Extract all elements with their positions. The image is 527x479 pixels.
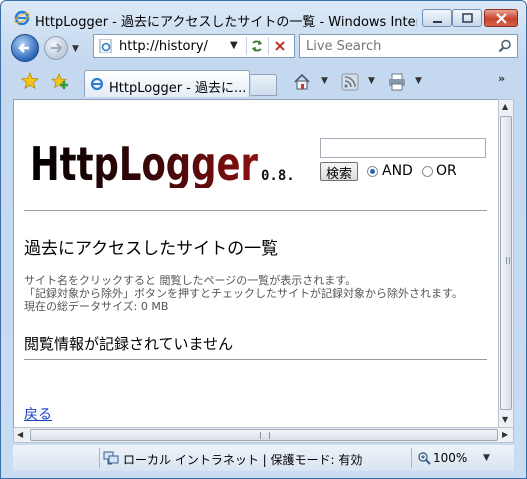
vertical-scrollbar[interactable]: ▲ ▼	[498, 99, 514, 428]
back-link[interactable]: 戻る	[24, 404, 52, 424]
home-icon[interactable]	[293, 73, 311, 91]
address-bar[interactable]: ▼	[93, 34, 295, 58]
radio-or[interactable]	[422, 166, 433, 177]
search-input[interactable]	[304, 38, 488, 55]
intranet-zone-icon	[103, 451, 119, 465]
search-box[interactable]	[299, 34, 518, 58]
feeds-dropdown-icon[interactable]: ▼	[368, 76, 375, 86]
status-separator	[99, 448, 100, 468]
page-title: 過去にアクセスしたサイトの一覧	[24, 239, 279, 259]
grip-icon	[260, 432, 270, 439]
print-icon[interactable]	[388, 73, 406, 91]
no-records-message: 閲覧情報が記録されていません	[24, 335, 234, 353]
radio-and[interactable]	[367, 166, 378, 177]
tab-ie-icon	[90, 77, 104, 91]
version-text: 0.8.2	[261, 168, 295, 184]
home-dropdown-icon[interactable]: ▼	[321, 76, 328, 86]
refresh-icon	[252, 40, 262, 52]
stop-button[interactable]	[268, 37, 291, 55]
zoom-level[interactable]: 100%	[433, 451, 467, 465]
forward-arrow-icon	[51, 43, 63, 53]
tab-label: HttpLogger - 過去に...	[109, 81, 247, 96]
search-submit-button[interactable]: 検索	[320, 162, 358, 182]
history-dropdown-icon[interactable]: ▼	[72, 44, 79, 54]
window-title: HttpLogger - 過去にアクセスしたサイトの一覧 - Windows I…	[35, 15, 417, 30]
status-separator	[411, 448, 412, 468]
scroll-up-icon[interactable]: ▲	[502, 102, 508, 111]
grip-icon	[506, 257, 510, 264]
logo-text: HttpLogger	[30, 137, 258, 188]
maximize-button[interactable]	[452, 9, 482, 27]
zoom-dropdown-icon[interactable]: ▼	[483, 453, 490, 463]
page-icon	[99, 39, 112, 53]
maximize-icon	[462, 13, 473, 23]
radio-and-label: AND	[382, 163, 413, 179]
security-zone-text[interactable]: ローカル イントラネット | 保護モード: 有効	[123, 451, 362, 468]
description-line: サイト名をクリックすると 閲覧したページの一覧が表示されます。	[24, 274, 357, 287]
site-search-input[interactable]	[320, 138, 486, 158]
title-bar: HttpLogger - 過去にアクセスしたサイトの一覧 - Windows I…	[1, 1, 526, 35]
address-dropdown-icon[interactable]: ▼	[230, 40, 238, 51]
horizontal-scrollbar[interactable]: ◀ ▶	[13, 427, 514, 443]
minimize-icon	[433, 21, 442, 23]
tab-httplogger[interactable]: HttpLogger - 過去に...	[84, 70, 250, 97]
vertical-scroll-thumb[interactable]	[500, 116, 512, 410]
new-tab-button[interactable]	[251, 74, 277, 96]
close-icon	[496, 13, 507, 24]
divider	[24, 359, 487, 360]
ie-icon	[14, 10, 30, 26]
feeds-icon[interactable]	[341, 73, 359, 91]
divider	[24, 210, 487, 211]
refresh-button[interactable]	[246, 37, 267, 55]
zoom-icon	[418, 452, 431, 465]
description: サイト名をクリックすると 閲覧したページの一覧が表示されます。 「記録対象から除…	[24, 274, 463, 313]
back-arrow-icon	[18, 43, 29, 53]
favorites-star-icon[interactable]	[21, 72, 39, 90]
data-size-text: 現在の総データサイズ: 0 MB	[24, 300, 169, 313]
forward-button[interactable]	[44, 36, 68, 60]
page-content: HttpLogger 0.8.2 検索 AND OR 過去にアクセスしたサイトの…	[13, 99, 499, 428]
close-window-button[interactable]	[484, 9, 518, 27]
radio-or-label: OR	[436, 163, 457, 179]
browser-window: HttpLogger - 過去にアクセスしたサイトの一覧 - Windows I…	[0, 0, 527, 479]
scroll-down-icon[interactable]: ▼	[502, 415, 508, 424]
stop-icon	[275, 41, 285, 51]
scroll-right-icon[interactable]: ▶	[502, 430, 508, 439]
add-favorites-icon[interactable]	[51, 72, 69, 90]
horizontal-scroll-thumb[interactable]	[30, 429, 498, 441]
description-line: 「記録対象から除外」ボタンを押すとチェックしたサイトが記録対象から除外されます。	[24, 287, 463, 300]
scroll-left-icon[interactable]: ◀	[17, 430, 23, 439]
back-button[interactable]	[11, 34, 39, 62]
status-bar: ローカル イントラネット | 保護モード: 有効 100% ▼	[13, 445, 514, 471]
search-icon[interactable]	[498, 39, 512, 53]
print-dropdown-icon[interactable]: ▼	[415, 76, 422, 86]
minimize-button[interactable]	[422, 9, 452, 27]
address-input[interactable]	[119, 39, 229, 54]
httplogger-logo: HttpLogger 0.8.2	[30, 137, 295, 188]
more-commands-icon[interactable]: »	[498, 72, 505, 85]
